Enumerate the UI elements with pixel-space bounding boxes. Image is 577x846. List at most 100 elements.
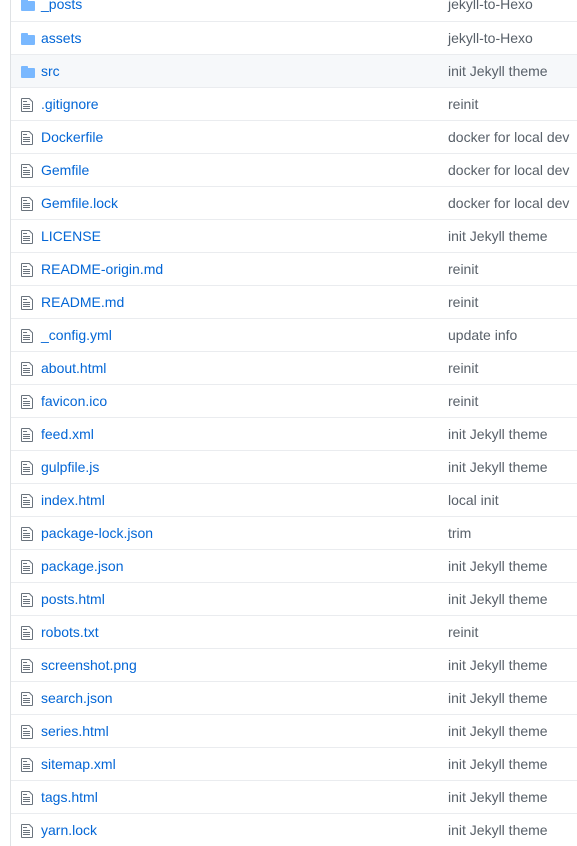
file-row[interactable]: LICENSE init Jekyll theme: [11, 219, 577, 252]
file-icon: [21, 97, 35, 113]
file-icon: [21, 658, 35, 674]
file-name-link[interactable]: Gemfile: [41, 162, 89, 178]
file-row[interactable]: posts.html init Jekyll theme: [11, 582, 577, 615]
commit-message-link[interactable]: jekyll-to-Hexo: [448, 30, 533, 46]
file-name-link[interactable]: assets: [41, 30, 81, 46]
file-name-link[interactable]: screenshot.png: [41, 657, 137, 673]
commit-message-link[interactable]: init Jekyll theme: [448, 822, 548, 838]
file-name-link[interactable]: .gitignore: [41, 96, 99, 112]
commit-message-link[interactable]: reinit: [448, 393, 478, 409]
commit-message-link[interactable]: init Jekyll theme: [448, 789, 548, 805]
file-row[interactable]: sitemap.xml init Jekyll theme: [11, 747, 577, 780]
file-name-link[interactable]: yarn.lock: [41, 822, 97, 838]
commit-message-link[interactable]: docker for local dev: [448, 162, 569, 178]
file-name-link[interactable]: src: [41, 63, 60, 79]
file-row[interactable]: yarn.lock init Jekyll theme: [11, 813, 577, 846]
commit-message-link[interactable]: init Jekyll theme: [448, 657, 548, 673]
commit-message-link[interactable]: init Jekyll theme: [448, 723, 548, 739]
file-row[interactable]: screenshot.png init Jekyll theme: [11, 648, 577, 681]
commit-message-link[interactable]: init Jekyll theme: [448, 63, 548, 79]
file-row[interactable]: Dockerfile docker for local dev: [11, 120, 577, 153]
commit-message-link[interactable]: init Jekyll theme: [448, 690, 548, 706]
file-name-link[interactable]: posts.html: [41, 591, 105, 607]
file-row[interactable]: _config.yml update info: [11, 318, 577, 351]
file-name-link[interactable]: robots.txt: [41, 624, 99, 640]
commit-message-link[interactable]: reinit: [448, 624, 478, 640]
commit-message-link[interactable]: reinit: [448, 294, 478, 310]
file-name-link[interactable]: README-origin.md: [41, 261, 163, 277]
folder-icon: [21, 0, 35, 13]
file-row[interactable]: package.json init Jekyll theme: [11, 549, 577, 582]
file-name-link[interactable]: package.json: [41, 558, 124, 574]
file-name-link[interactable]: Gemfile.lock: [41, 195, 118, 211]
file-name-link[interactable]: _posts: [41, 0, 82, 12]
file-icon: [21, 196, 35, 212]
file-icon: [21, 592, 35, 608]
commit-message-link[interactable]: init Jekyll theme: [448, 228, 548, 244]
commit-message-link[interactable]: update info: [448, 327, 517, 343]
file-icon: [21, 493, 35, 509]
file-icon: [21, 460, 35, 476]
folder-icon: [21, 31, 35, 47]
file-row[interactable]: tags.html init Jekyll theme: [11, 780, 577, 813]
file-row[interactable]: src init Jekyll theme: [11, 54, 577, 87]
file-row[interactable]: package-lock.json trim: [11, 516, 577, 549]
file-row[interactable]: feed.xml init Jekyll theme: [11, 417, 577, 450]
file-name-link[interactable]: about.html: [41, 360, 106, 376]
commit-message-link[interactable]: reinit: [448, 261, 478, 277]
file-name-link[interactable]: index.html: [41, 492, 105, 508]
file-row[interactable]: README.md reinit: [11, 285, 577, 318]
file-name-link[interactable]: README.md: [41, 294, 124, 310]
file-name-link[interactable]: feed.xml: [41, 426, 94, 442]
file-row[interactable]: about.html reinit: [11, 351, 577, 384]
file-row[interactable]: favicon.ico reinit: [11, 384, 577, 417]
file-row[interactable]: gulpfile.js init Jekyll theme: [11, 450, 577, 483]
file-name-link[interactable]: gulpfile.js: [41, 459, 99, 475]
file-row[interactable]: .gitignore reinit: [11, 87, 577, 120]
file-icon: [21, 262, 35, 278]
commit-message-link[interactable]: jekyll-to-Hexo: [448, 0, 533, 12]
commit-message-link[interactable]: init Jekyll theme: [448, 756, 548, 772]
file-name-link[interactable]: LICENSE: [41, 228, 101, 244]
file-icon: [21, 229, 35, 245]
file-icon: [21, 790, 35, 806]
file-row[interactable]: Gemfile docker for local dev: [11, 153, 577, 186]
commit-message-link[interactable]: trim: [448, 525, 471, 541]
file-row[interactable]: index.html local init: [11, 483, 577, 516]
commit-message-link[interactable]: init Jekyll theme: [448, 459, 548, 475]
commit-message-link[interactable]: reinit: [448, 360, 478, 376]
file-name-link[interactable]: tags.html: [41, 789, 98, 805]
file-row[interactable]: README-origin.md reinit: [11, 252, 577, 285]
file-list: _posts jekyll-to-Hexo assets jekyll-to-Hexo…: [10, 0, 577, 846]
file-row[interactable]: series.html init Jekyll theme: [11, 714, 577, 747]
file-icon: [21, 130, 35, 146]
commit-message-link[interactable]: init Jekyll theme: [448, 591, 548, 607]
file-name-link[interactable]: series.html: [41, 723, 109, 739]
file-row[interactable]: assets jekyll-to-Hexo: [11, 21, 577, 54]
file-name-link[interactable]: _config.yml: [41, 327, 112, 343]
file-row[interactable]: robots.txt reinit: [11, 615, 577, 648]
file-name-link[interactable]: search.json: [41, 690, 113, 706]
file-row[interactable]: Gemfile.lock docker for local dev: [11, 186, 577, 219]
file-icon: [21, 328, 35, 344]
file-icon: [21, 361, 35, 377]
commit-message-link[interactable]: init Jekyll theme: [448, 426, 548, 442]
file-name-link[interactable]: Dockerfile: [41, 129, 103, 145]
file-icon: [21, 823, 35, 839]
commit-message-link[interactable]: init Jekyll theme: [448, 558, 548, 574]
commit-message-link[interactable]: reinit: [448, 96, 478, 112]
file-icon: [21, 559, 35, 575]
commit-message-link[interactable]: docker for local dev: [448, 195, 569, 211]
commit-message-link[interactable]: local init: [448, 492, 499, 508]
file-icon: [21, 394, 35, 410]
file-row[interactable]: _posts jekyll-to-Hexo: [11, 0, 577, 21]
file-icon: [21, 163, 35, 179]
file-name-link[interactable]: favicon.ico: [41, 393, 107, 409]
folder-icon: [21, 64, 35, 80]
file-name-link[interactable]: package-lock.json: [41, 525, 153, 541]
file-icon: [21, 724, 35, 740]
file-name-link[interactable]: sitemap.xml: [41, 756, 116, 772]
file-row[interactable]: search.json init Jekyll theme: [11, 681, 577, 714]
commit-message-link[interactable]: docker for local dev: [448, 129, 569, 145]
file-icon: [21, 427, 35, 443]
